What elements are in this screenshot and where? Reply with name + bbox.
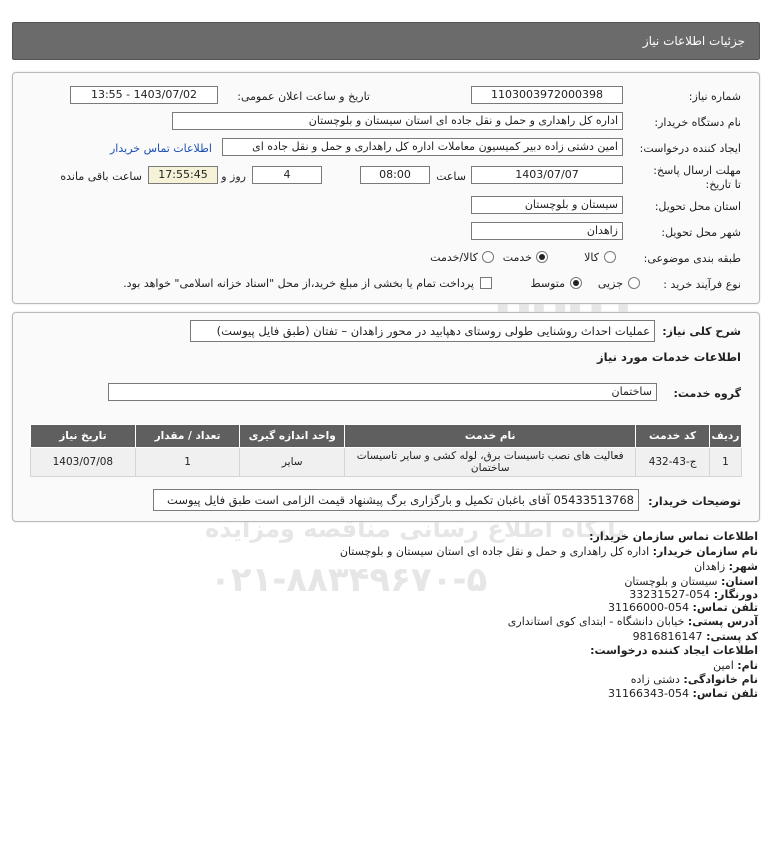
contact-fax-value: 054-33231527 [629,588,711,601]
buyer-label: نام دستگاه خریدار: [654,116,741,129]
creator-name-value: امین [713,659,734,672]
contact-province-value: سیستان و بلوچستان [624,575,718,588]
watermark-phone: ۰۲۱-۸۸۳۴۹۶۷۰-۵ [210,560,488,600]
contact-city-row: شهر: زاهدان [694,560,758,573]
cell-row: 1 [708,447,743,477]
contact-address-label: آدرس پستی: [687,615,758,628]
city-label: شهر محل تحویل: [661,226,741,239]
contact-province-row: استان: سیستان و بلوچستان [624,575,758,588]
city-field[interactable]: زاهدان [471,222,623,240]
creator-phone-row: تلفن تماس: 054-31166343 [608,687,758,700]
province-label: استان محل تحویل: [654,200,741,213]
col-service-code: کد خدمت [635,424,710,448]
province-field[interactable]: سیستان و بلوچستان [471,196,623,214]
contact-city-value: زاهدان [694,560,726,573]
deadline-time-label: ساعت [436,170,466,183]
announce-field[interactable]: 1403/07/02 - 13:55 [70,86,218,104]
need-number-label: شماره نیاز: [688,90,741,103]
summary-label: شرح کلی نیاز: [662,325,741,338]
process-radio-minor[interactable] [628,277,640,289]
process-radio-medium[interactable] [570,277,582,289]
contact-address-row: آدرس پستی: خیابان دانشگاه - ابتدای کوی ا… [508,615,758,628]
contact-phone-row: تلفن تماس: 054-31166000 [608,601,758,614]
col-quantity: تعداد / مقدار [134,424,241,448]
remaining-time-field: 17:55:45 [148,166,218,184]
col-unit: واحد اندازه گیری [239,424,346,448]
cell-need-date: 1403/07/08 [30,447,136,477]
process-label: نوع فرآیند خرید : [663,278,741,291]
col-need-date: تاریخ نیاز [30,424,136,448]
contact-city-label: شهر: [728,560,758,573]
contact-postal-row: کد پستی: 9816816147 [633,630,758,643]
need-number-field[interactable]: 1103003972000398 [471,86,623,104]
deadline-time-field[interactable]: 08:00 [360,166,430,184]
cell-service-name: فعالیت های نصب تاسیسات برق، لوله کشی و س… [344,447,637,477]
process-option-minor: جزیی [597,277,623,290]
remaining-label: ساعت باقی مانده [60,170,142,183]
notes-label: توضیحات خریدار: [648,495,741,508]
service-group-label: گروه خدمت: [673,387,741,400]
service-group-field[interactable]: ساختمان [108,383,657,401]
creator-field[interactable]: امین دشتی زاده دبیر کمیسیون معاملات ادار… [222,138,623,156]
category-label: طبقه بندی موضوعی: [643,252,741,265]
cell-quantity: 1 [134,447,241,477]
contact-province-label: استان: [721,575,758,588]
creator-phone-value: 054-31166343 [608,687,690,700]
services-table: ردیف کد خدمت نام خدمت واحد اندازه گیری ت… [30,424,743,477]
contact-phone-label: تلفن تماس: [692,601,758,614]
creator-family-label: نام خانوادگی: [683,673,758,686]
category-option-goods-service: کالا/خدمت [430,251,478,264]
contact-org-value: اداره کل راهداری و حمل و نقل جاده ای است… [339,545,650,558]
contact-fax-row: دورنگار: 054-33231527 [629,588,758,601]
category-option-goods: کالا [584,251,599,264]
creator-info-title: اطلاعات ایجاد کننده درخواست: [590,644,758,657]
creator-family-row: نام خانوادگی: دشتی زاده [631,673,758,686]
col-row: ردیف [708,424,743,448]
category-radio-goods-service[interactable] [482,251,494,263]
category-radio-goods[interactable] [604,251,616,263]
table-header-row: ردیف کد خدمت نام خدمت واحد اندازه گیری ت… [30,424,743,448]
creator-name-label: نام: [737,659,758,672]
days-label: روز و [221,170,246,183]
page-header: جزئیات اطلاعات نیاز [12,22,760,60]
contact-address-value: خیابان دانشگاه - ابتدای کوی استانداری [507,615,685,628]
contact-phone-value: 054-31166000 [608,601,690,614]
creator-phone-label: تلفن تماس: [692,687,758,700]
treasury-checkbox[interactable] [480,277,492,289]
category-option-service: خدمت [502,251,532,264]
cell-unit: سایر [239,447,346,477]
deadline-label: مهلت ارسال پاسخ: تا تاریخ: [653,164,741,191]
need-info-panel [12,72,760,304]
category-radio-service[interactable] [536,251,548,263]
contact-title: اطلاعات تماس سازمان خریدار: [589,530,758,543]
days-field[interactable]: 4 [252,166,322,184]
contact-fax-label: دورنگار: [713,588,758,601]
announce-label: تاریخ و ساعت اعلان عمومی: [237,90,370,103]
buyer-field[interactable]: اداره کل راهداری و حمل و نقل جاده ای است… [172,112,623,130]
creator-name-row: نام: امین [713,659,758,672]
summary-field[interactable]: عملیات احداث روشنایی طولی روستای دهپابید… [190,320,655,342]
cell-service-code: ج-43-432 [635,447,710,477]
buyer-contact-link[interactable]: اطلاعات تماس خریدار [110,142,212,155]
table-row: 1 ج-43-432 فعالیت های نصب تاسیسات برق، ل… [30,447,743,477]
contact-postal-label: کد پستی: [706,630,758,643]
creator-label: ایجاد کننده درخواست: [639,142,741,155]
treasury-note: پرداخت تمام یا بخشی از مبلغ خرید،از محل … [123,277,474,290]
process-option-medium: متوسط [530,277,565,290]
notes-field[interactable]: 05433513768 آقای باغبان تکمیل و بارگزاری… [153,489,639,511]
creator-family-value: دشتی زاده [630,673,680,686]
contact-org-row: نام سازمان خریدار: اداره کل راهداری و حم… [340,545,758,558]
contact-org-label: نام سازمان خریدار: [652,545,758,558]
deadline-date-field[interactable]: 1403/07/07 [471,166,623,184]
contact-postal-value: 9816816147 [632,630,703,643]
services-title: اطلاعات خدمات مورد نیاز [597,350,741,364]
page-title: جزئیات اطلاعات نیاز [642,34,745,48]
col-service-name: نام خدمت [344,424,637,448]
